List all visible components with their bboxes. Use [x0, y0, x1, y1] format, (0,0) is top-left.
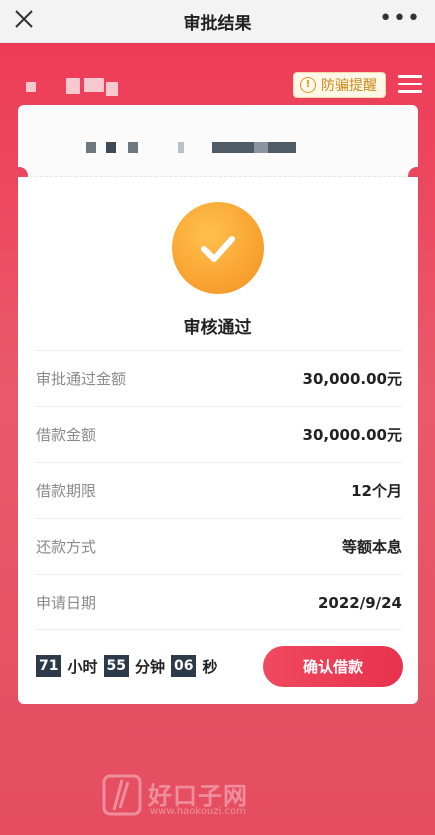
top-navigation-bar: 审批结果 •••	[0, 0, 435, 43]
ticket-divider	[30, 176, 406, 177]
detail-label: 借款金额	[36, 426, 97, 444]
detail-label: 借款期限	[36, 482, 97, 500]
detail-row-loan-amount: 借款金额 30,000.00元	[36, 406, 402, 462]
detail-row-application-date: 申请日期 2022/9/24	[36, 574, 402, 630]
detail-divider	[36, 629, 402, 630]
more-dots-icon[interactable]: •••	[379, 6, 421, 31]
countdown-minutes-unit: 分钟	[134, 657, 165, 676]
success-check-icon	[172, 202, 264, 294]
countdown-seconds-unit: 秒	[202, 657, 218, 676]
warning-icon: !	[300, 77, 316, 93]
countdown-hours-unit: 小时	[67, 657, 98, 676]
watermark-logo-icon	[102, 774, 142, 816]
detail-value: 等额本息	[341, 538, 402, 556]
countdown-seconds: 06	[171, 655, 197, 677]
watermark: 好口子网 www.haokouzi.com	[100, 772, 260, 822]
hamburger-menu-icon[interactable]	[398, 75, 422, 95]
detail-row-approved-amount: 审批通过金额 30,000.00元	[36, 350, 402, 406]
detail-row-repayment-method: 还款方式 等额本息	[36, 518, 402, 574]
detail-row-loan-term: 借款期限 12个月	[36, 462, 402, 518]
anti-fraud-reminder[interactable]: ! 防骗提醒	[293, 72, 386, 98]
approval-status: 审核通过	[183, 318, 252, 338]
confirm-loan-button[interactable]: 确认借款	[263, 646, 403, 687]
detail-value: 30,000.00元	[302, 426, 402, 444]
countdown-minutes: 55	[103, 655, 129, 677]
detail-label: 审批通过金额	[36, 370, 127, 388]
masked-account-info	[18, 105, 418, 177]
watermark-url: www.haokouzi.com	[150, 806, 246, 817]
detail-value: 30,000.00元	[302, 370, 402, 388]
page-title: 审批结果	[183, 13, 252, 34]
anti-fraud-label: 防骗提醒	[321, 78, 377, 94]
masked-user-name	[26, 78, 118, 98]
detail-value: 12个月	[351, 482, 402, 500]
close-icon[interactable]	[12, 7, 36, 31]
detail-label: 申请日期	[36, 594, 97, 612]
countdown-timer: 71 小时 55 分钟 06 秒	[36, 655, 224, 677]
detail-label: 还款方式	[36, 538, 97, 556]
detail-value: 2022/9/24	[317, 593, 402, 612]
countdown-hours: 71	[36, 655, 62, 677]
